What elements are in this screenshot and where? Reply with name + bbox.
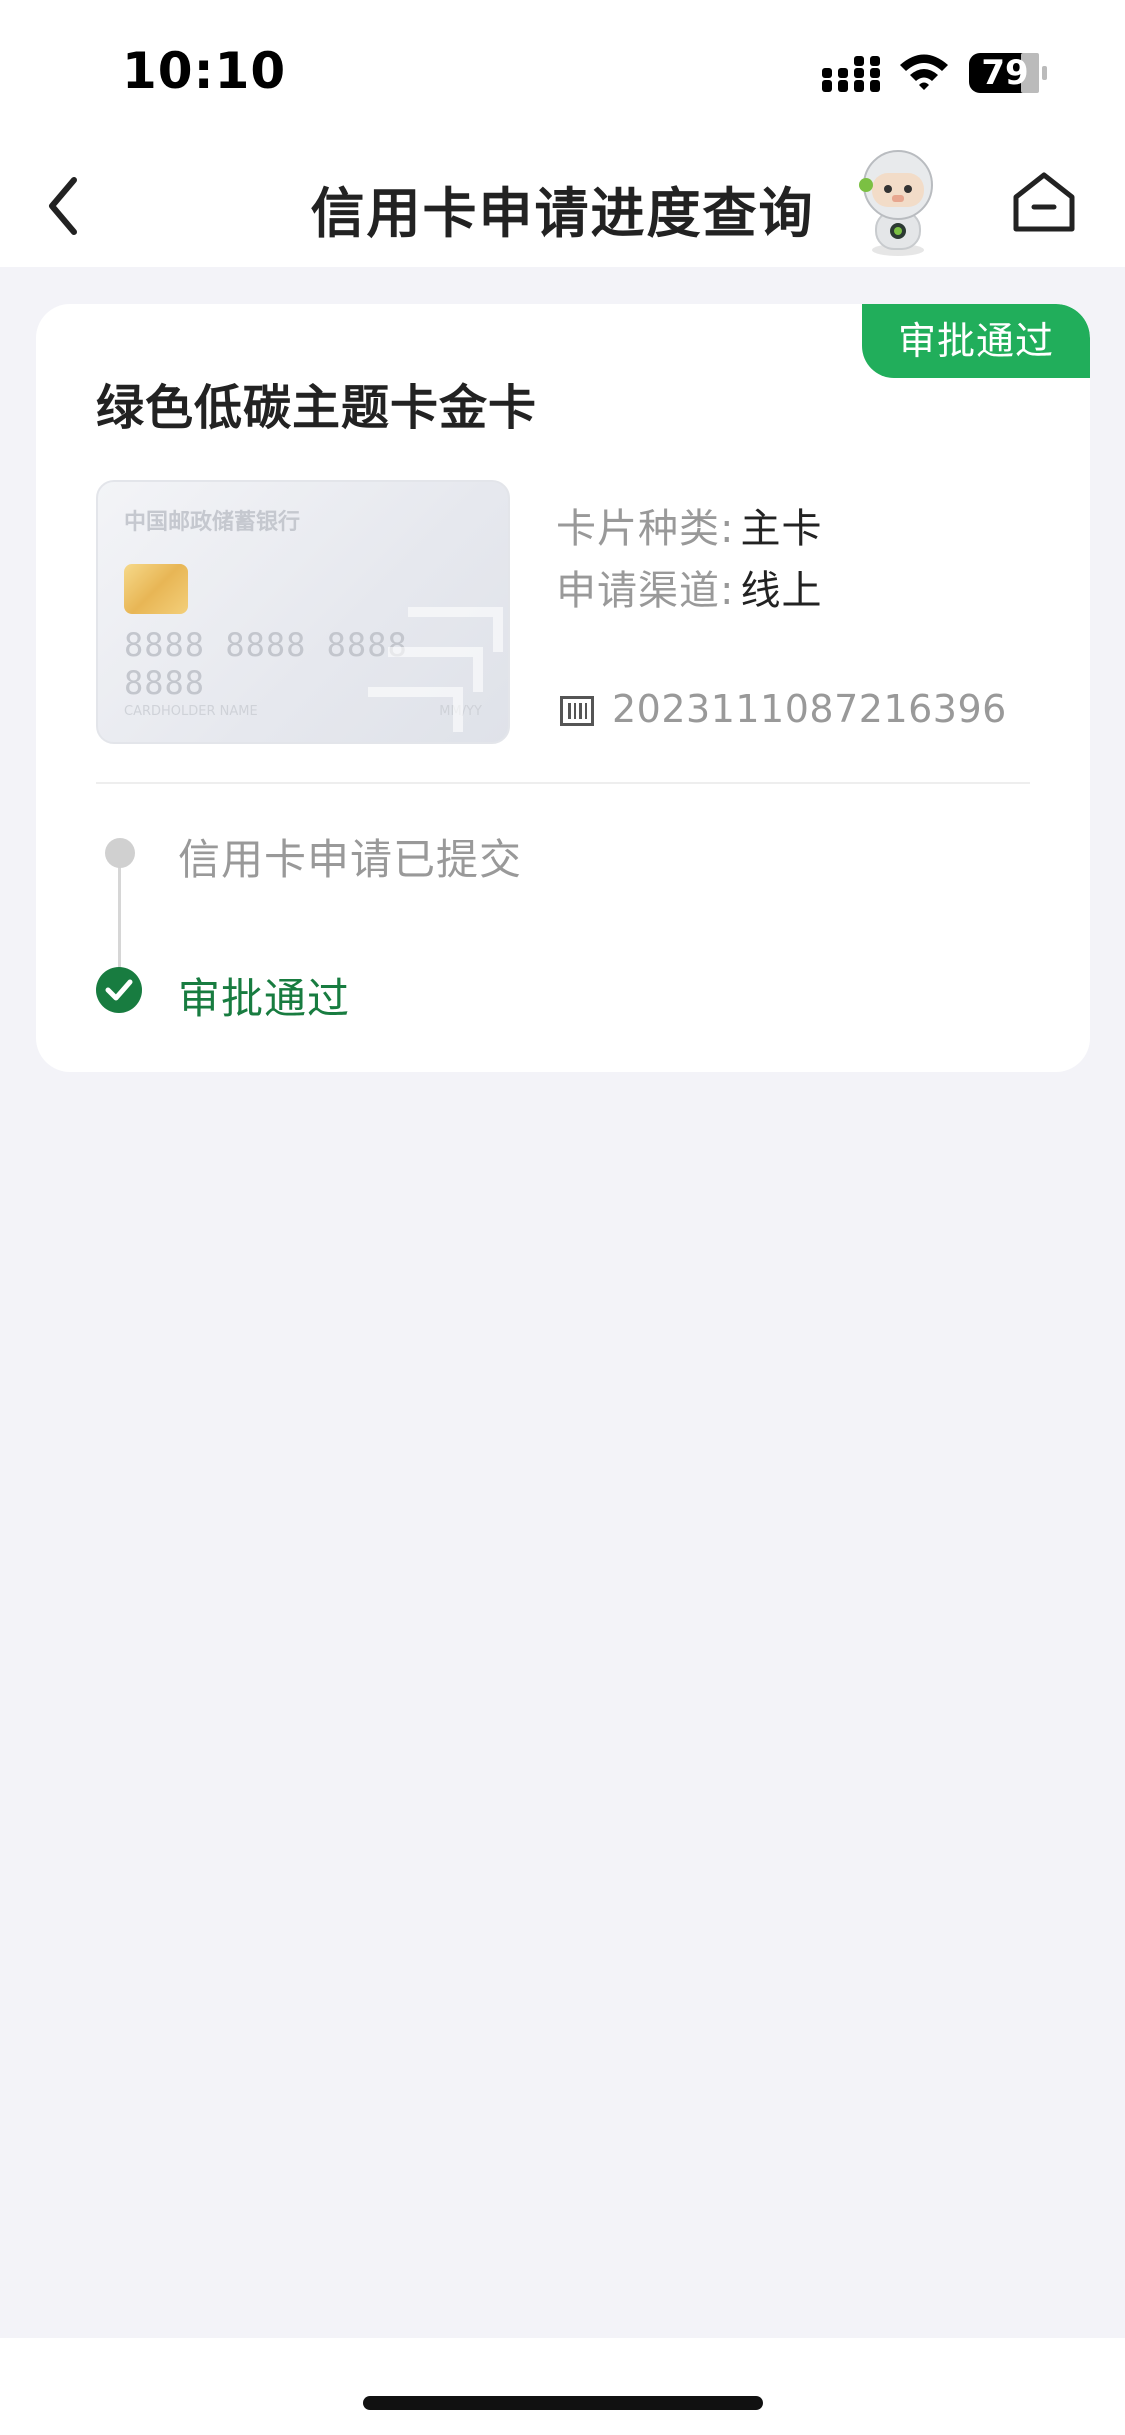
timeline-dot-icon [105,838,135,868]
card-type-row: 卡片种类: 主卡 [556,496,822,554]
card-type-value: 主卡 [740,506,823,552]
wifi-icon [900,54,948,90]
status-time: 10:10 [122,42,287,100]
card-chip-icon [124,564,188,614]
card-bank-name: 中国邮政储蓄银行 [124,510,301,535]
barcode-icon [560,696,594,726]
home-bar [0,2338,1125,2435]
home-indicator[interactable] [363,2396,763,2410]
status-badge: 审批通过 [862,304,1090,378]
application-number: 2023111087216396 [612,687,1007,731]
status-bar: 10:10 79 [0,0,1125,145]
timeline-step-approved: 审批通过 [178,974,351,1023]
timeline-connector [118,854,121,972]
card-watermark-icon [368,607,503,732]
application-card[interactable]: 审批通过 绿色低碳主题卡金卡 中国邮政储蓄银行 8888 8888 8888 8… [36,304,1090,1072]
page-title: 信用卡申请进度查询 [310,182,815,245]
signal-icon [822,56,880,92]
channel-label: 申请渠道: [556,568,735,614]
card-type-label: 卡片种类: [556,506,735,552]
card-holder-name: CARDHOLDER NAME [124,704,258,719]
battery-level: 79 [981,53,1029,93]
robot-assistant-icon [859,150,933,256]
robot-assistant-button[interactable] [848,145,948,260]
channel-value: 线上 [740,568,823,614]
divider [96,782,1030,784]
timeline-step-submitted: 信用卡申请已提交 [178,835,523,884]
channel-row: 申请渠道: 线上 [556,558,822,616]
home-icon [1013,172,1075,232]
check-circle-icon [96,967,142,1013]
home-button[interactable] [1010,167,1078,237]
credit-card-image: 中国邮政储蓄银行 8888 8888 8888 8888 CARDHOLDER … [96,480,510,744]
card-product-name: 绿色低碳主题卡金卡 [96,380,538,436]
nav-bar: 信用卡申请进度查询 [0,145,1125,267]
